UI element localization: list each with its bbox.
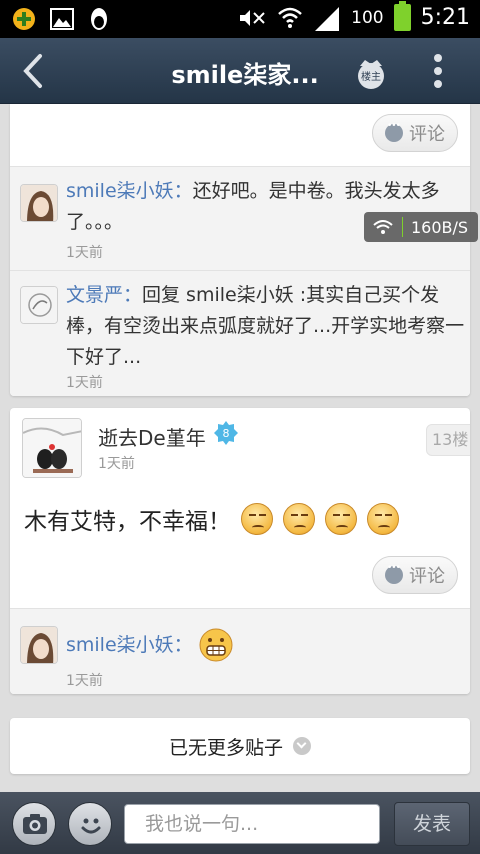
clock: 5:21 [420, 5, 470, 30]
back-button[interactable] [16, 52, 52, 90]
post-card: 评论 smile柒小妖：还好吧。是中卷。我头发太多了。。。 1天前 [10, 104, 470, 396]
reply-time: 1天前 [66, 375, 103, 391]
host-label: 楼主 [361, 70, 381, 83]
reply-text: 文景严：回复 smile柒小妖 :其实自己买个发棒，有空烫出来点弧度就好了...… [66, 280, 468, 373]
comment-bubble-icon [385, 121, 403, 142]
comment-bubble-icon [385, 563, 403, 584]
comment-button[interactable]: 评论 [372, 114, 458, 152]
reply-list: smile柒小妖：还好吧。是中卷。我头发太多了。。。 1天前 文景严：回复 sm… [10, 166, 470, 396]
reply-time: 1天前 [66, 673, 103, 689]
chevron-down-icon [293, 737, 311, 755]
no-more-text: 已无更多贴子 [168, 736, 283, 759]
separator [402, 217, 403, 237]
title-bar: smile柒家... 楼主 [0, 38, 480, 104]
reply-list: smile柒小妖： 1天前 [10, 608, 470, 694]
avatar[interactable] [22, 418, 82, 478]
sad-face-emoji [325, 503, 357, 535]
reply-author[interactable]: 文景严： [66, 284, 142, 306]
wifi-icon [373, 220, 393, 234]
dot-icon [434, 54, 442, 62]
reply-item[interactable]: smile柒小妖： 1天前 [10, 608, 470, 694]
camera-button[interactable] [12, 802, 56, 846]
app-store-icon [13, 8, 35, 30]
avatar-image [21, 287, 57, 323]
avatar[interactable] [20, 286, 58, 324]
smiley-icon [81, 818, 101, 834]
comment-button[interactable]: 评论 [372, 556, 458, 594]
camera-icon [23, 814, 47, 834]
battery-icon [393, 1, 411, 31]
comment-input[interactable]: 我也说一句... [124, 804, 380, 844]
mute-icon [240, 9, 265, 26]
chevron-left-icon [23, 54, 42, 88]
reply-text: smile柒小妖： [66, 628, 468, 662]
divider [10, 270, 470, 271]
post-time: 1天前 [98, 456, 135, 472]
wifi-icon [278, 7, 302, 28]
post-card: 逝去De堇年 8 1天前 13楼 木有艾特，不幸福！ 评论 [10, 408, 470, 694]
reply-author[interactable]: smile柒小妖： [66, 180, 193, 202]
dot-icon [434, 80, 442, 88]
avatar-image [21, 627, 57, 663]
comment-button-label: 评论 [409, 566, 445, 587]
more-options-button[interactable] [428, 54, 448, 88]
host-only-button[interactable]: 楼主 [352, 52, 390, 90]
status-bar: 100 5:21 [0, 0, 480, 38]
avatar[interactable] [20, 626, 58, 664]
battery-percent: 100 [351, 7, 384, 28]
crown-icon: 楼主 [358, 60, 384, 89]
gallery-icon [50, 8, 74, 30]
avatar-image [23, 419, 81, 477]
dot-icon [434, 67, 442, 75]
level-star-icon: 8 [214, 421, 238, 445]
page-title: smile柒家... [171, 61, 319, 89]
no-more-posts-bar[interactable]: 已无更多贴子 [10, 718, 470, 774]
sad-face-emoji [241, 503, 273, 535]
floor-number: 13楼 [426, 424, 470, 456]
reply-item[interactable]: 文景严：回复 smile柒小妖 :其实自己买个发棒，有空烫出来点弧度就好了...… [10, 272, 470, 396]
sad-face-emoji [283, 503, 315, 535]
signal-icon [315, 6, 340, 31]
post-author[interactable]: 逝去De堇年 [98, 422, 206, 451]
send-button[interactable]: 发表 [394, 802, 470, 846]
comment-button-label: 评论 [409, 124, 445, 145]
level-number: 8 [223, 427, 230, 440]
divider [10, 166, 470, 167]
qq-penguin-icon [91, 8, 107, 30]
emoji-button[interactable] [68, 802, 112, 846]
avatar-image [21, 185, 57, 221]
network-speed-overlay: 160B/S [364, 212, 478, 242]
reply-author[interactable]: smile柒小妖： [66, 630, 193, 661]
level-badge: 8 [214, 421, 238, 445]
post-text: 木有艾特，不幸福！ [24, 509, 231, 535]
post-content: 木有艾特，不幸福！ [24, 502, 399, 536]
composer-bar: 我也说一句... 发表 [0, 792, 480, 854]
grimace-emoji [199, 628, 233, 662]
reply-time: 1天前 [66, 245, 103, 261]
network-speed-value: 160B/S [411, 217, 469, 237]
sad-face-emoji [367, 503, 399, 535]
avatar[interactable] [20, 184, 58, 222]
